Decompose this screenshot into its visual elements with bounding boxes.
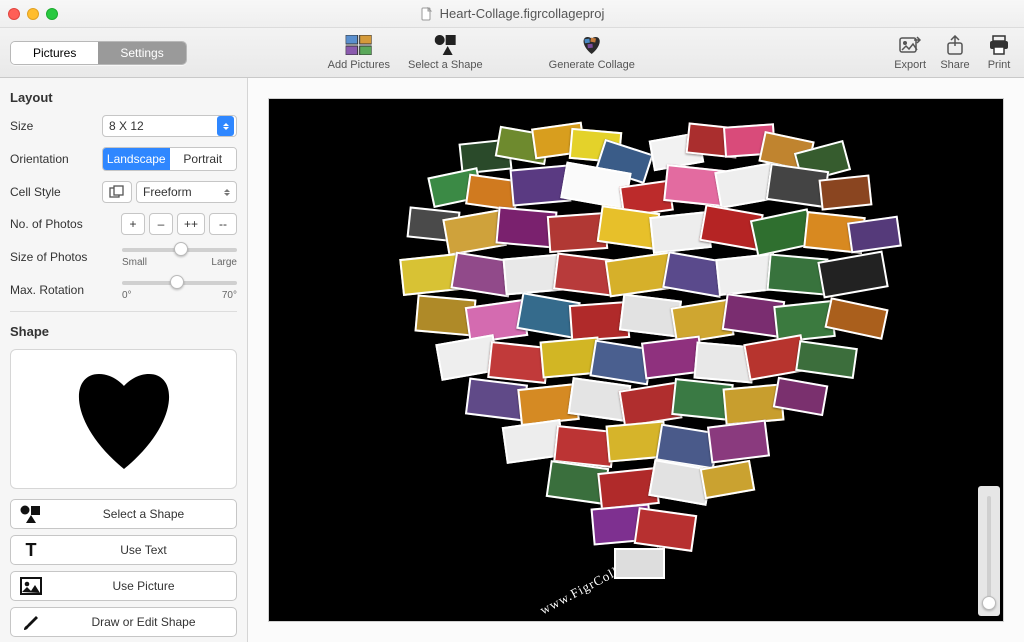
- rotation-label: Max. Rotation: [10, 283, 122, 297]
- increment-button[interactable]: +: [121, 213, 145, 235]
- collage-tile: [634, 507, 697, 551]
- max-rotation-slider[interactable]: 0° 70°: [122, 278, 237, 301]
- collage-canvas[interactable]: www.FigrCollage.com: [268, 98, 1004, 622]
- document-icon: [420, 7, 434, 21]
- heart-icon: [49, 364, 199, 474]
- cell-style-value: Freeform: [143, 185, 192, 199]
- toolbar: Pictures Settings Add Pictures Select a …: [0, 28, 1024, 78]
- shapes-icon: [430, 34, 460, 56]
- chevron-updown-icon: [217, 116, 234, 136]
- orientation-landscape[interactable]: Landscape: [103, 148, 170, 170]
- maximize-icon[interactable]: [46, 8, 58, 20]
- cell-style-select[interactable]: Freeform: [136, 181, 237, 203]
- print-icon: [984, 34, 1014, 56]
- export-button[interactable]: Export: [894, 34, 926, 71]
- increment-large-button[interactable]: ++: [177, 213, 205, 235]
- collage-tile: [700, 460, 756, 500]
- collage-tile: [796, 340, 859, 379]
- slider-min-label: 0°: [122, 290, 132, 301]
- settings-sidebar: Layout Size 8 X 12 Orientation Landscape…: [0, 78, 248, 642]
- num-photos-label: No. of Photos: [10, 217, 121, 231]
- tab-pictures[interactable]: Pictures: [11, 42, 98, 64]
- use-text-label: Use Text: [51, 543, 236, 557]
- size-select[interactable]: 8 X 12: [102, 115, 237, 137]
- orientation-portrait[interactable]: Portrait: [170, 148, 237, 170]
- zoom-knob[interactable]: [982, 596, 996, 610]
- zoom-slider[interactable]: [978, 486, 1000, 616]
- add-pictures-label: Add Pictures: [328, 59, 390, 71]
- text-icon: T: [11, 541, 51, 559]
- collage-tile: [818, 175, 872, 212]
- slider-max-label: Large: [211, 257, 237, 268]
- window-title: Heart-Collage.figrcollageproj: [0, 6, 1024, 21]
- mode-segment[interactable]: Pictures Settings: [10, 41, 187, 65]
- shape-heading: Shape: [10, 324, 237, 339]
- cell-style-icon-button[interactable]: [102, 181, 132, 203]
- use-text-button[interactable]: T Use Text: [10, 535, 237, 565]
- slider-min-label: Small: [122, 257, 147, 268]
- generate-label: Generate Collage: [549, 59, 635, 71]
- layout-heading: Layout: [10, 90, 237, 105]
- generate-collage-button[interactable]: Generate Collage: [549, 34, 635, 71]
- decrement-large-button[interactable]: --: [209, 213, 237, 235]
- chevron-updown-icon: [224, 189, 230, 196]
- overlap-rects-icon: [109, 185, 125, 199]
- draw-edit-label: Draw or Edit Shape: [51, 615, 236, 629]
- select-shape-button[interactable]: Select a Shape: [408, 34, 483, 71]
- print-label: Print: [988, 59, 1011, 71]
- orientation-label: Orientation: [10, 152, 102, 166]
- collage-tile: [614, 548, 665, 579]
- decrement-button[interactable]: –: [149, 213, 173, 235]
- select-shape-label: Select a Shape: [408, 59, 483, 71]
- canvas-area: www.FigrCollage.com: [248, 78, 1024, 642]
- select-a-shape-button[interactable]: Select a Shape: [10, 499, 237, 529]
- share-button[interactable]: Share: [940, 34, 970, 71]
- use-picture-label: Use Picture: [51, 579, 236, 593]
- cell-style-label: Cell Style: [10, 185, 102, 199]
- print-button[interactable]: Print: [984, 34, 1014, 71]
- close-icon[interactable]: [8, 8, 20, 20]
- picture-icon: [11, 577, 51, 595]
- export-icon: [895, 34, 925, 56]
- pictures-grid-icon: [344, 34, 374, 56]
- size-label: Size: [10, 119, 102, 133]
- minimize-icon[interactable]: [27, 8, 39, 20]
- size-photos-label: Size of Photos: [10, 250, 122, 264]
- share-label: Share: [940, 59, 969, 71]
- heart-collage-icon: [577, 34, 607, 56]
- share-icon: [940, 34, 970, 56]
- draw-edit-shape-button[interactable]: Draw or Edit Shape: [10, 607, 237, 637]
- slider-max-label: 70°: [222, 290, 237, 301]
- use-picture-button[interactable]: Use Picture: [10, 571, 237, 601]
- size-of-photos-slider[interactable]: Small Large: [122, 245, 237, 268]
- collage-tile: [847, 216, 902, 254]
- shape-preview: [10, 349, 237, 489]
- shapes-icon: [11, 505, 51, 523]
- brush-icon: [11, 613, 51, 631]
- svg-text:T: T: [26, 541, 37, 559]
- collage-tile: [707, 419, 770, 462]
- orientation-segment[interactable]: Landscape Portrait: [102, 147, 237, 171]
- select-shape-label: Select a Shape: [51, 507, 236, 521]
- export-label: Export: [894, 59, 926, 71]
- tab-settings[interactable]: Settings: [98, 42, 185, 64]
- collage-tile: [817, 250, 888, 297]
- window-controls: [8, 8, 58, 20]
- size-value: 8 X 12: [109, 119, 144, 133]
- titlebar: Heart-Collage.figrcollageproj: [0, 0, 1024, 28]
- add-pictures-button[interactable]: Add Pictures: [328, 34, 390, 71]
